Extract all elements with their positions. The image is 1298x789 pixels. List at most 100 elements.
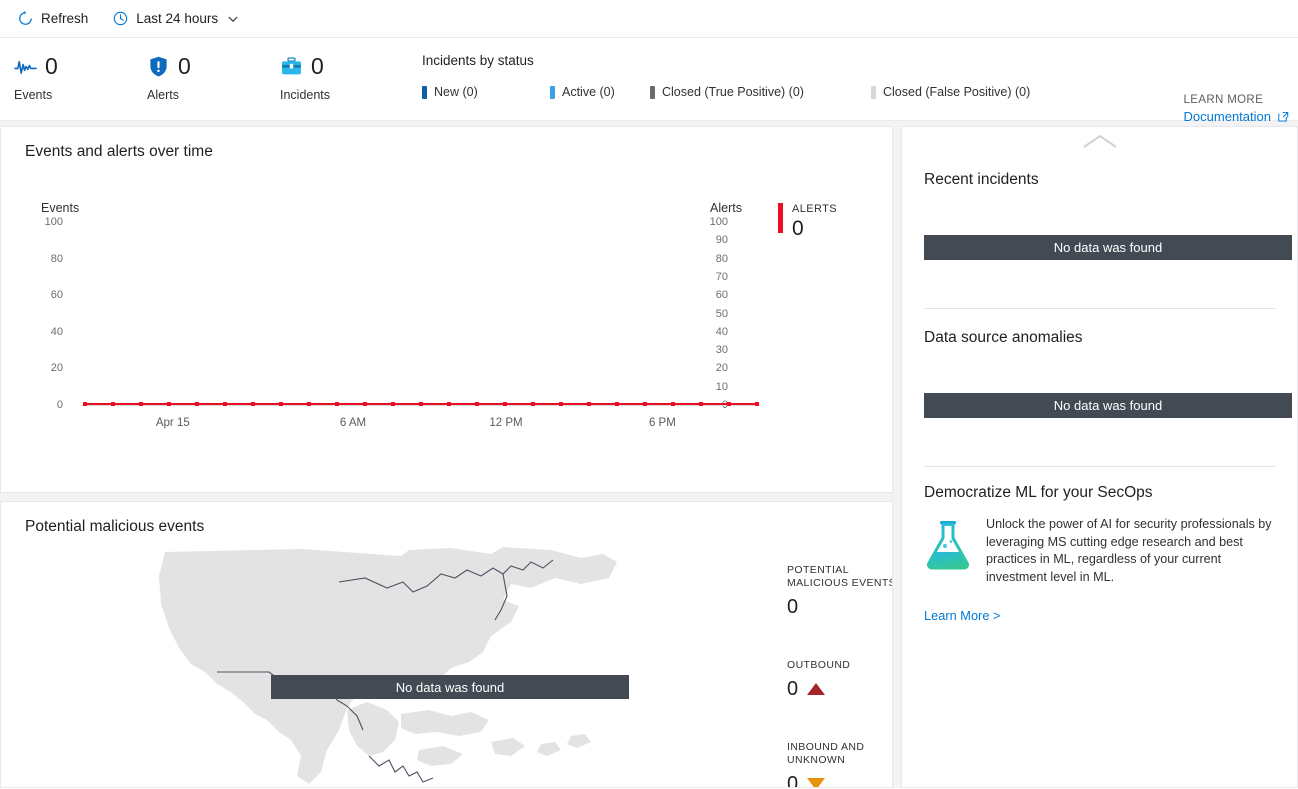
kpi-events-value: 0 <box>45 52 58 79</box>
data-source-anomalies-no-data-banner: No data was found <box>924 393 1292 418</box>
malicious-events-stats: POTENTIAL MALICIOUS EVENTS 0 OUTBOUND 0 <box>787 564 893 788</box>
stat-inbound-unknown-value: 0 <box>787 773 799 788</box>
incidents-status-legend: New (0) Active (0) Closed (True Positive… <box>422 85 1284 99</box>
x-tick-label: Apr 15 <box>155 417 190 429</box>
shield-alert-icon <box>150 56 167 76</box>
data-point-marker <box>559 402 563 406</box>
legend-item-new[interactable]: New (0) <box>422 85 550 99</box>
map-area[interactable]: No data was found POTENTIAL MALICIOUS EV… <box>1 536 892 787</box>
data-point-marker <box>643 402 647 406</box>
data-point-marker <box>139 402 143 406</box>
data-point-marker <box>195 402 199 406</box>
trend-up-icon <box>807 683 826 695</box>
events-alerts-chart-title: Events and alerts over time <box>25 143 213 160</box>
kpi-alerts-top: 0 <box>147 50 280 82</box>
y-axis-label-events: Events <box>41 201 80 215</box>
refresh-button[interactable]: Refresh <box>14 4 91 34</box>
y-tick-left-40: 40 <box>50 325 63 338</box>
data-point-marker <box>531 402 535 406</box>
chart-plot-area: Apr 15 6 AM 12 PM 6 PM <box>81 161 761 461</box>
kpi-alerts-label: Alerts <box>147 88 179 102</box>
legend-swatch-closed-false-positive <box>871 85 876 99</box>
external-link-icon <box>1278 111 1289 122</box>
data-source-anomalies-section: Data source anomalies No data was found <box>902 309 1297 418</box>
kpi-events-label: Events <box>14 88 53 102</box>
right-panel: Recent incidents No data was found Data … <box>901 126 1298 788</box>
data-source-anomalies-title: Data source anomalies <box>924 329 1083 346</box>
refresh-label: Refresh <box>41 11 89 26</box>
data-point-marker <box>699 402 703 406</box>
beaker-icon <box>926 521 970 570</box>
ml-promo-learn-more-link[interactable]: Learn More > <box>924 608 1000 623</box>
documentation-link[interactable]: Documentation <box>1184 109 1290 124</box>
legend-swatch-closed-true-positive <box>650 85 655 99</box>
y-tick-left-0: 0 <box>56 399 63 411</box>
kpi-alerts-value: 0 <box>178 52 191 79</box>
briefcase-icon <box>282 56 301 74</box>
legend-label-closed-false-positive: Closed (False Positive) (0) <box>883 85 1031 99</box>
data-point-marker <box>671 402 675 406</box>
trend-down-icon <box>807 778 826 787</box>
kpi-events[interactable]: 0 Events <box>14 50 147 102</box>
kpi-alerts[interactable]: 0 Alerts <box>147 50 280 102</box>
legend-label-new: New (0) <box>434 85 478 99</box>
x-tick-label: 6 PM <box>648 417 676 429</box>
stat-inbound-unknown-row: 0 <box>787 773 892 788</box>
incidents-by-status-title: Incidents by status <box>422 53 534 68</box>
kpi-incidents-value: 0 <box>311 52 324 79</box>
clock-icon <box>114 11 128 26</box>
data-point-marker <box>503 402 507 406</box>
left-column: Events and alerts over time Events Alert… <box>0 126 893 788</box>
recent-incidents-no-data-banner: No data was found <box>924 235 1292 260</box>
stat-potential-malicious-events-row: 0 <box>787 596 892 618</box>
kpi-incidents-top: 0 <box>280 50 413 82</box>
time-range-picker[interactable]: Last 24 hours <box>109 4 242 34</box>
data-point-marker <box>223 402 227 406</box>
alerts-legend-value: 0 <box>792 217 804 240</box>
kpi-events-top: 0 <box>14 50 147 82</box>
legend-item-active[interactable]: Active (0) <box>550 85 650 99</box>
legend-swatch-new <box>422 85 427 99</box>
legend-item-closed-true-positive[interactable]: Closed (True Positive) (0) <box>650 85 871 99</box>
data-point-marker <box>587 402 591 406</box>
x-tick-label: 12 PM <box>489 417 523 429</box>
ml-promo-text: Unlock the power of AI for security prof… <box>986 517 1272 584</box>
north-america-map <box>159 547 617 784</box>
y-tick-left-100: 100 <box>44 216 63 228</box>
alerts-legend-swatch <box>778 203 783 233</box>
chevron-down-icon <box>228 16 238 22</box>
ml-promo-body: Unlock the power of AI for security prof… <box>924 516 1275 586</box>
data-point-marker <box>279 402 283 406</box>
stat-potential-malicious-events-value: 0 <box>787 596 799 618</box>
stat-potential-malicious-events-label: POTENTIAL MALICIOUS EVENTS <box>787 564 893 589</box>
stat-outbound-value: 0 <box>787 678 799 700</box>
data-point-marker <box>615 402 619 406</box>
refresh-icon <box>19 10 32 25</box>
collapse-panel-chevron-up-icon[interactable] <box>1078 133 1122 151</box>
data-point-marker <box>755 402 759 406</box>
data-point-marker <box>111 402 115 406</box>
data-point-marker <box>167 402 171 406</box>
legend-item-closed-false-positive[interactable]: Closed (False Positive) (0) <box>871 85 1030 99</box>
pulse-icon <box>14 60 37 74</box>
data-point-marker <box>475 402 479 406</box>
potential-malicious-events-card: Potential malicious events No data was f… <box>0 501 893 788</box>
legend-label-active: Active (0) <box>562 85 615 99</box>
stat-inbound-unknown: INBOUND AND UNKNOWN 0 <box>787 741 892 788</box>
y-tick-left-80: 80 <box>50 252 63 265</box>
kpi-strip: 0 Events 0 Alerts 0 Incidents Incidents … <box>0 38 1298 124</box>
data-point-marker <box>83 402 87 406</box>
kpi-incidents-label: Incidents <box>280 88 331 102</box>
y-tick-left-20: 20 <box>50 362 63 375</box>
kpi-incidents[interactable]: 0 Incidents <box>280 50 413 102</box>
events-alerts-chart-card: Events and alerts over time Events Alert… <box>0 126 893 493</box>
stat-outbound: OUTBOUND 0 <box>787 659 892 700</box>
data-point-marker <box>335 402 339 406</box>
data-point-marker <box>391 402 395 406</box>
stat-inbound-unknown-label: INBOUND AND UNKNOWN <box>787 741 865 766</box>
events-alerts-chart[interactable]: Events Alerts 020406080100 0102030405060… <box>1 161 892 461</box>
map-no-data-banner: No data was found <box>271 675 629 699</box>
data-point-marker <box>251 402 255 406</box>
ml-promo-title: Democratize ML for your SecOps <box>924 484 1153 501</box>
time-range-label: Last 24 hours <box>136 11 219 26</box>
